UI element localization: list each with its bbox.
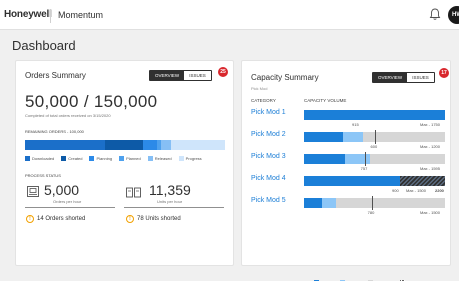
max-volume-label: Max - 1750 [420,122,441,127]
legend-swatch [25,156,30,161]
progress-segment-downloaded [25,140,105,150]
legend-swatch [89,156,95,161]
legend-label: Downloaded [32,156,55,161]
pick-mod-label[interactable]: Pick Mod 5 [251,197,286,204]
current-volume-marker [364,152,366,166]
current-volume-label: 780 [367,210,375,215]
pallet-icon [27,186,39,197]
pick-mod-label[interactable]: Pick Mod 3 [251,153,286,160]
orders-completed-total: 50,000 / 150,000 [25,92,158,111]
app-logo[interactable]: Honeywell [4,9,52,20]
arrived-segment [304,110,445,120]
legend-item-created: Created [61,156,82,161]
legend-item-progress: Progress [178,156,202,161]
legend-swatch [61,156,67,161]
legend-label: Created [68,156,83,161]
in-transit-segment [343,132,364,142]
top-bar: Honeywell Momentum HW [0,0,459,30]
overview-tab[interactable]: OVERVIEW [373,73,408,82]
arrived-segment [304,176,400,186]
capacity-bar [304,130,445,144]
process-status-label: PROCESS STATUS [25,173,61,178]
legend-label: Released [154,156,172,161]
units-per-hour-unit: Units per hour [157,199,183,204]
issues-tab[interactable]: ISSUES [407,73,434,82]
legend-swatch [147,156,153,161]
capacity-bar [304,176,445,186]
app-name: Momentum [58,10,104,20]
legend-item-released: Released [147,156,172,161]
current-volume-marker [371,196,373,210]
current-volume-label: 757 [360,166,368,171]
legend-swatch [119,156,125,161]
warning-icon: ! [126,215,134,223]
progress-segment-progress [171,140,225,150]
capacity-volume-column-header: CAPACITY VOLUME [304,98,347,103]
issues-count-badge: 17 [439,68,449,78]
legend-label: Planning [96,156,113,161]
boxes-icon [126,187,141,198]
capacity-bar [304,110,445,120]
current-volume-marker [374,130,376,144]
current-volume-label: 600 [370,144,378,149]
category-column-header: CATEGORY [251,98,276,103]
orders-summary-card: Orders Summary OVERVIEW ISSUES 25 50,000… [15,60,234,266]
issues-count-badge: 25 [218,67,228,77]
legend-item-downloaded: Downloaded [25,156,54,161]
orders-stat-underline [25,207,115,208]
over-max-segment [399,176,445,186]
orders-progress-bar [25,140,225,150]
overview-tab[interactable]: OVERVIEW [150,71,185,80]
pick-mod-label[interactable]: Pick Mod 4 [251,175,286,182]
max-volume-label: Max - 1500 [420,210,441,215]
orders-completed-note: Completed of total orders received on 3/… [25,113,111,118]
header-divider [50,9,51,23]
units-shorted-link[interactable]: 78 Units shorted [137,216,181,222]
warning-icon: ! [26,215,34,223]
progress-segment-released [161,140,171,150]
over-max-volume-label: 2200 [435,188,444,193]
remaining-orders-label: REMAINING ORDERS - 100,000 [25,129,84,134]
orders-view-toggle: OVERVIEW ISSUES [149,70,212,81]
legend-item-planned: Planned [119,156,141,161]
in-transit-segment [344,154,371,164]
capacity-view-toggle: OVERVIEW ISSUES [372,72,435,83]
progress-segment-created [105,140,143,150]
arrived-segment [304,154,345,164]
units-stat-underline [124,207,224,208]
progress-segment-planning [143,140,157,150]
arrived-segment [304,132,344,142]
max-volume-label: Max - 1200 [420,144,441,149]
pick-mod-label[interactable]: Pick Mod 2 [251,131,286,138]
bell-icon[interactable] [429,8,441,21]
page-title: Dashboard [12,38,76,53]
arrived-segment [304,198,323,208]
user-avatar[interactable]: HW [448,6,459,24]
orders-per-hour-value: 5,000 [44,182,80,198]
capacity-summary-card: Capacity Summary Pick Mod OVERVIEW ISSUE… [241,60,451,281]
orders-per-hour-unit: Orders per hour [53,199,82,204]
in-transit-segment [322,198,337,208]
legend-label: Planned [126,156,141,161]
orders-legend: Downloaded Created Planning Planned Released… [25,156,202,161]
legend-item-planning: Planning [89,156,112,161]
orders-shorted-link[interactable]: 14 Orders shorted [37,216,85,222]
current-volume-label: 915 [352,122,359,127]
capacity-summary-title: Capacity Summary [251,73,319,82]
capacity-bar [304,152,445,166]
capacity-subtitle: Pick Mod [251,86,268,91]
units-per-hour-value: 11,359 [149,182,191,198]
current-volume-label: 900 [392,188,399,193]
legend-label: Progress [185,156,202,161]
pick-mod-label[interactable]: Pick Mod 1 [251,109,286,116]
orders-summary-title: Orders Summary [25,71,86,80]
max-volume-label: Max - 1595 [420,166,441,171]
capacity-bar [304,196,445,210]
legend-swatch [178,156,184,161]
issues-tab[interactable]: ISSUES [184,71,211,80]
max-volume-label: Max - 1500 [406,188,427,193]
